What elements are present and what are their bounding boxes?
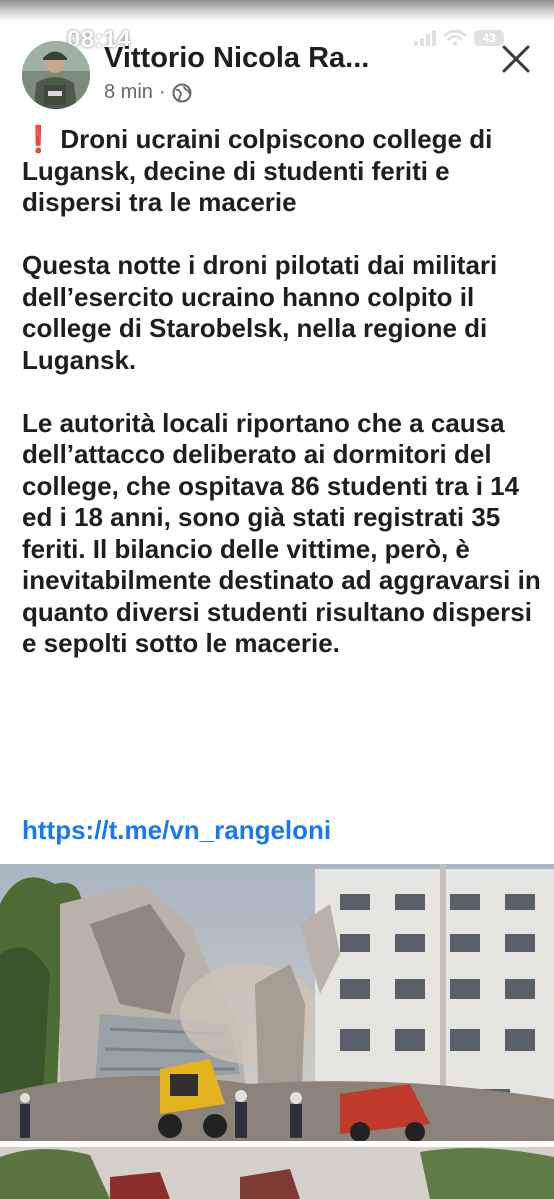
top-blur-strip [0,0,554,22]
post-meta: 8 min · [104,81,192,104]
post-photo-2[interactable] [0,1147,554,1199]
post-link[interactable]: https://t.me/vn_rangeloni [22,815,331,846]
author-name[interactable]: Vittorio Nicola Ra... [104,42,369,75]
avatar-photo [22,41,90,109]
post-paragraph-2: Le autorità locali riportano che a causa… [22,407,541,659]
post-paragraph-1: Questa notte i droni pilotati dai milita… [22,250,498,375]
globe-icon [172,83,192,102]
post-time[interactable]: 8 min [104,81,153,104]
second-photo-image [0,1147,554,1199]
wifi-icon [444,30,466,46]
exclamation-icon: ❗ [22,124,55,154]
signal-icon [414,30,436,46]
post-headline: ❗ Droni ucraini colpiscono college di Lug… [22,124,542,219]
meta-separator: · [158,81,166,103]
post-body: ❗ Droni ucraini colpiscono college di Lug… [22,124,542,691]
headline-text: Droni ucraini colpiscono college di Luga… [22,124,493,217]
status-icons: 43 [414,30,504,46]
avatar[interactable] [22,41,90,109]
close-icon[interactable] [497,40,535,78]
post-photo[interactable] [0,864,554,1141]
destroyed-building-image [0,864,554,1141]
